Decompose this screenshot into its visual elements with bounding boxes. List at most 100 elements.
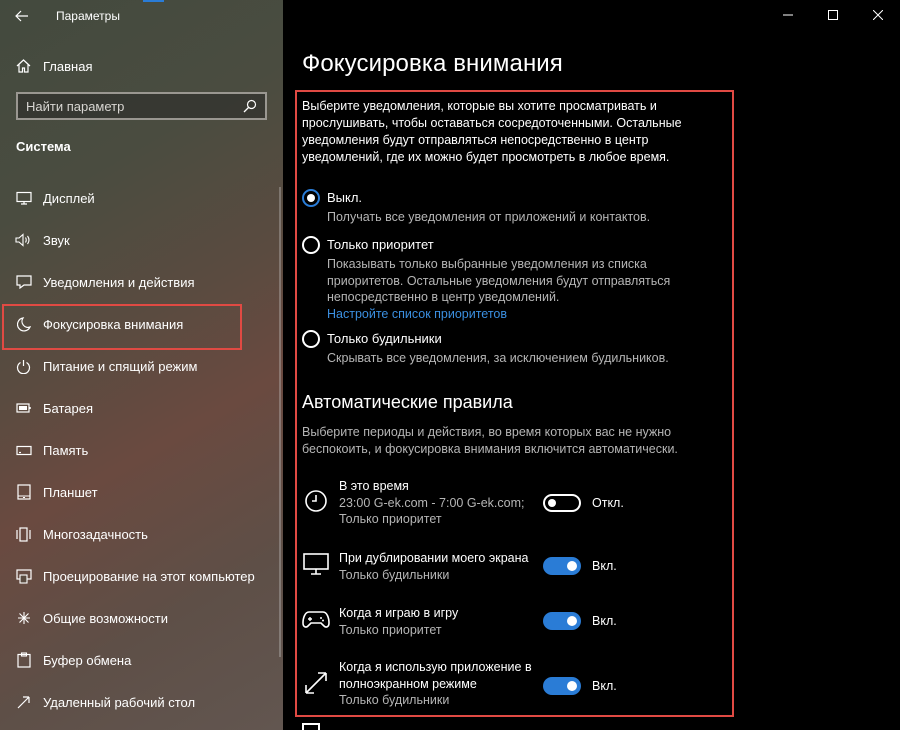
radio-button-off[interactable] bbox=[302, 189, 320, 207]
option-label: Только будильники bbox=[327, 331, 442, 346]
back-arrow-icon bbox=[15, 10, 28, 22]
rule-title: Когда я играю в игру bbox=[339, 606, 459, 620]
shared-experiences-icon bbox=[15, 610, 32, 627]
page-title: Фокусировка внимания bbox=[302, 50, 563, 77]
rule-during-time[interactable]: В это время 23:00 G-ek.com - 7:00 G-ek.c… bbox=[302, 478, 722, 528]
rule-toggle-state: Вкл. bbox=[592, 559, 617, 573]
close-button[interactable] bbox=[855, 0, 900, 30]
sidebar-item-label: Удаленный рабочий стол bbox=[43, 694, 196, 710]
gamepad-icon bbox=[302, 605, 330, 633]
priority-list-link[interactable]: Настройте список приоритетов bbox=[327, 306, 722, 322]
sidebar-item-storage[interactable]: Память bbox=[0, 429, 283, 471]
sidebar-item-tablet[interactable]: Планшет bbox=[0, 471, 283, 513]
rule-level: Только приоритет bbox=[339, 622, 442, 637]
rule-toggle-state: Откл. bbox=[592, 496, 624, 510]
rule-playing-game[interactable]: Когда я играю в игру Только приоритет Вк… bbox=[302, 605, 722, 655]
clock-icon bbox=[302, 487, 330, 515]
minimize-icon bbox=[782, 14, 793, 16]
rule-title: Когда я использую приложение в полноэкра… bbox=[339, 660, 532, 691]
sidebar-item-label: Буфер обмена bbox=[43, 652, 132, 668]
sidebar-item-clipboard[interactable]: Буфер обмена bbox=[0, 639, 283, 681]
home-icon bbox=[16, 59, 32, 73]
option-priority-only[interactable]: Только приоритет Показывать только выбра… bbox=[302, 236, 722, 322]
sidebar-item-label: Проецирование на этот компьютер bbox=[43, 568, 255, 584]
option-description: Показывать только выбранные уведомления … bbox=[327, 257, 671, 304]
power-icon bbox=[15, 358, 32, 375]
sidebar-item-label: Многозадачность bbox=[43, 526, 148, 542]
rule-toggle-state: Вкл. bbox=[592, 679, 617, 693]
sidebar-item-label: Память bbox=[43, 442, 89, 458]
speaker-icon bbox=[15, 232, 32, 249]
sidebar-item-label: Звук bbox=[43, 232, 70, 248]
minimize-button[interactable] bbox=[765, 0, 810, 30]
sidebar-item-shared[interactable]: Общие возможности bbox=[0, 597, 283, 639]
intro-text: Выберите уведомления, которые вы хотите … bbox=[302, 99, 682, 164]
sidebar-item-projecting[interactable]: Проецирование на этот компьютер bbox=[0, 555, 283, 597]
automatic-rules-title: Автоматические правила bbox=[302, 392, 513, 412]
battery-icon bbox=[15, 400, 32, 417]
sidebar-item-remote-desktop[interactable]: Удаленный рабочий стол bbox=[0, 681, 283, 723]
storage-icon bbox=[15, 442, 32, 459]
sidebar-scrollbar[interactable] bbox=[279, 187, 281, 657]
option-off[interactable]: Выкл. Получать все уведомления от прилож… bbox=[302, 189, 722, 226]
sidebar-item-power[interactable]: Питание и спящий режим bbox=[0, 345, 283, 387]
option-description: Получать все уведомления от приложений и… bbox=[327, 210, 651, 224]
rule-toggle[interactable] bbox=[543, 494, 581, 512]
main-panel: Фокусировка внимания Выберите уведомлени… bbox=[283, 0, 900, 730]
rule-level: Только будильники bbox=[339, 567, 450, 582]
section-title: Система bbox=[16, 139, 71, 154]
automatic-rules-description: Выберите периоды и действия, во время ко… bbox=[302, 425, 678, 456]
option-description: Скрывать все уведомления, за исключением… bbox=[327, 351, 669, 365]
sidebar: Параметры Главная Найти параметр Система… bbox=[0, 0, 283, 730]
title-bar: Параметры bbox=[0, 0, 283, 32]
radio-button-priority[interactable] bbox=[302, 236, 320, 254]
rule-duplicating-display[interactable]: При дублировании моего экрана Только буд… bbox=[302, 550, 722, 600]
rule-schedule: 23:00 G-ek.com - 7:00 G-ek.com; bbox=[339, 495, 525, 510]
display-icon bbox=[15, 190, 32, 207]
rule-toggle[interactable] bbox=[543, 677, 581, 695]
option-alarms-only[interactable]: Только будильники Скрывать все уведомлен… bbox=[302, 330, 722, 367]
rule-title: В это время bbox=[339, 479, 409, 493]
sidebar-item-label: Дисплей bbox=[43, 190, 95, 206]
nav-list: Дисплей Звук Уведомления и действия Фоку… bbox=[0, 177, 283, 723]
maximize-icon bbox=[827, 10, 838, 20]
remote-desktop-icon bbox=[15, 694, 32, 711]
fullscreen-icon bbox=[302, 669, 330, 697]
sidebar-item-notifications[interactable]: Уведомления и действия bbox=[0, 261, 283, 303]
sidebar-item-label: Общие возможности bbox=[43, 610, 169, 626]
selected-item-highlight-frame bbox=[2, 304, 242, 350]
nav-home[interactable]: Главная bbox=[0, 52, 283, 80]
sidebar-item-label: Планшет bbox=[43, 484, 98, 500]
rule-toggle[interactable] bbox=[543, 612, 581, 630]
tablet-icon bbox=[15, 484, 32, 501]
back-button[interactable] bbox=[0, 0, 44, 32]
radio-button-alarms[interactable] bbox=[302, 330, 320, 348]
bottom-checkbox[interactable] bbox=[302, 723, 320, 730]
sidebar-item-label: Питание и спящий режим bbox=[43, 358, 198, 374]
notifications-icon bbox=[15, 274, 32, 291]
projecting-icon bbox=[15, 568, 32, 585]
search-placeholder: Найти параметр bbox=[26, 98, 125, 114]
close-icon bbox=[872, 10, 883, 20]
clipboard-icon bbox=[15, 652, 32, 669]
monitor-icon bbox=[302, 550, 330, 578]
sidebar-item-label: Батарея bbox=[43, 400, 94, 416]
maximize-button[interactable] bbox=[810, 0, 855, 30]
rule-toggle[interactable] bbox=[543, 557, 581, 575]
sidebar-item-sound[interactable]: Звук bbox=[0, 219, 283, 261]
sidebar-item-display[interactable]: Дисплей bbox=[0, 177, 283, 219]
rule-toggle-state: Вкл. bbox=[592, 614, 617, 628]
search-input[interactable]: Найти параметр bbox=[16, 92, 267, 120]
rule-fullscreen-app[interactable]: Когда я использую приложение в полноэкра… bbox=[302, 659, 722, 709]
nav-home-label: Главная bbox=[43, 58, 93, 74]
search-icon[interactable] bbox=[243, 99, 257, 113]
rule-level: Только приоритет bbox=[339, 512, 442, 526]
sidebar-item-battery[interactable]: Батарея bbox=[0, 387, 283, 429]
window-controls bbox=[765, 0, 900, 32]
rule-level: Только будильники bbox=[339, 693, 450, 707]
option-label: Только приоритет bbox=[327, 237, 434, 252]
sidebar-item-multitasking[interactable]: Многозадачность bbox=[0, 513, 283, 555]
multitasking-icon bbox=[15, 526, 32, 543]
option-label: Выкл. bbox=[327, 190, 363, 205]
window-title: Параметры bbox=[56, 9, 120, 23]
